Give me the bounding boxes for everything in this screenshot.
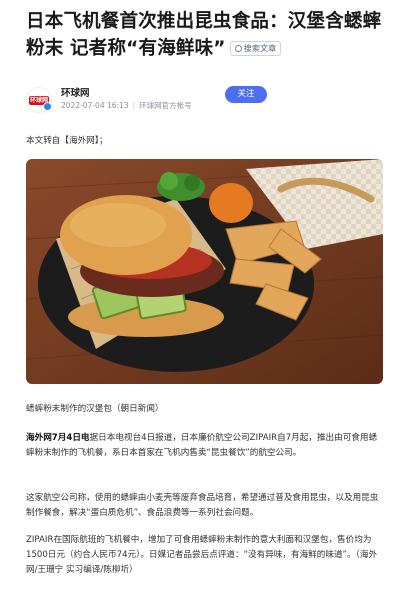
source-note: 本文转自【海外网】； <box>26 136 108 146</box>
article-title-text: 日本飞机餐首次推出昆虫食品：汉堡含蟋蟀粉末 记者称“有海鲜味” <box>26 11 382 59</box>
search-article-label: 搜索文章 <box>243 44 277 53</box>
article-title: 日本飞机餐首次推出昆虫食品：汉堡含蟋蟀粉末 记者称“有海鲜味” 搜索文章 <box>26 8 396 62</box>
photo-caption: 蟋蟀粉末制作的汉堡包（朝日新闻） <box>26 404 164 414</box>
search-icon <box>234 45 242 52</box>
author-description: 环球网官方帐号 <box>139 101 192 110</box>
burger-photo-illustration <box>26 159 383 384</box>
body-paragraph-3: ZIPAIR在国际航班的飞机餐中，增加了可食用蟋蟀粉末制作的意大利面和汉堡包，售… <box>26 535 378 575</box>
article-photo <box>26 159 383 384</box>
author-bar: 环球网 环球网 2022-07-04 16:13 | 环球网官方帐号 关注 <box>26 85 386 115</box>
article-page: 日本飞机餐首次推出昆虫食品：汉堡含蟋蟀粉末 记者称“有海鲜味” 搜索文章 环球网 … <box>0 0 400 596</box>
paragraph-lead: 海外网7月4日电 <box>26 433 90 443</box>
body-paragraph-2: 这家航空公司称，使用的蟋蟀由小麦壳等废弃食品培育，希望通过普及食用昆虫，以及用昆… <box>26 493 379 518</box>
author-meta: 2022-07-04 16:13 | 环球网官方帐号 <box>61 100 192 111</box>
author-name[interactable]: 环球网 <box>61 85 90 99</box>
verified-icon <box>43 102 52 111</box>
meta-divider: | <box>132 101 136 110</box>
publish-date: 2022-07-04 16:13 <box>61 101 129 110</box>
body-paragraph-1: 海外网7月4日电据日本电视台4日报道，日本廉价航空公司ZIPAIR自7月起，推出… <box>26 431 384 461</box>
search-article-tag[interactable]: 搜索文章 <box>229 41 282 56</box>
follow-button[interactable]: 关注 <box>225 86 267 103</box>
